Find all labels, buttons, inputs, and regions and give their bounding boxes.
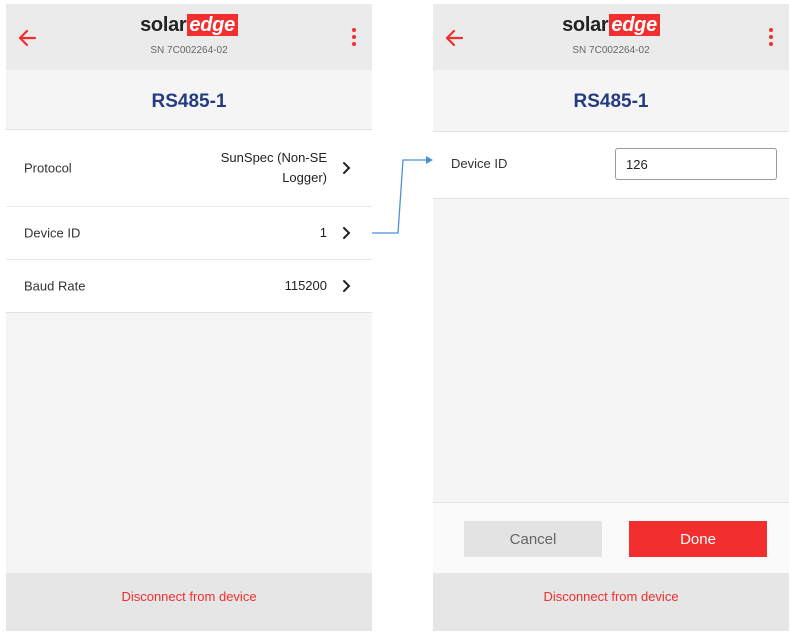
page-title: RS485-1 [573, 91, 649, 112]
device-id-label: Device ID [24, 225, 81, 241]
chevron-right-icon [342, 161, 352, 175]
cancel-button[interactable]: Cancel [464, 521, 602, 557]
more-vertical-icon[interactable] [767, 28, 775, 50]
app-bar: solar edge SN 7C002264-02 [6, 4, 372, 70]
action-bar: Cancel Done [433, 502, 789, 575]
serial-number: SN 7C002264-02 [572, 45, 650, 56]
logo-edge-text: edge [609, 14, 660, 36]
protocol-value-line2: Logger) [282, 170, 327, 185]
serial-number: SN 7C002264-02 [150, 45, 228, 56]
settings-list: Protocol SunSpec (Non-SE Logger) Device … [6, 129, 372, 313]
protocol-value: SunSpec (Non-SE Logger) [221, 148, 327, 188]
solaredge-logo: solar edge [433, 14, 789, 40]
logo-solar-text: solar [562, 14, 609, 36]
baud-rate-value: 115200 [284, 278, 327, 293]
disconnect-button[interactable]: Disconnect from device [6, 573, 372, 631]
device-id-field-label: Device ID [451, 156, 508, 171]
app-bar: solar edge SN 7C002264-02 [433, 4, 789, 70]
device-id-input[interactable] [615, 148, 777, 180]
device-id-value: 1 [319, 225, 327, 240]
baud-rate-label: Baud Rate [24, 278, 86, 294]
logo-solar-text: solar [140, 14, 187, 36]
device-id-edit-screen: solar edge SN 7C002264-02 RS485-1 Device … [433, 4, 789, 631]
protocol-label: Protocol [24, 160, 72, 176]
baud-rate-row[interactable]: Baud Rate 115200 [6, 260, 372, 312]
protocol-value-line1: SunSpec (Non-SE [220, 150, 327, 165]
rs485-settings-screen: solar edge SN 7C002264-02 RS485-1 Protoco… [6, 4, 372, 631]
page-title: RS485-1 [151, 91, 227, 112]
solaredge-logo: solar edge [6, 14, 372, 40]
device-id-card: Device ID [433, 131, 789, 199]
logo-edge-text: edge [187, 14, 238, 36]
more-vertical-icon[interactable] [350, 28, 358, 50]
done-button[interactable]: Done [629, 521, 767, 557]
disconnect-button[interactable]: Disconnect from device [433, 573, 789, 631]
chevron-right-icon [342, 279, 352, 293]
device-id-row[interactable]: Device ID 1 [6, 207, 372, 260]
chevron-right-icon [342, 226, 352, 240]
protocol-row[interactable]: Protocol SunSpec (Non-SE Logger) [6, 130, 372, 207]
